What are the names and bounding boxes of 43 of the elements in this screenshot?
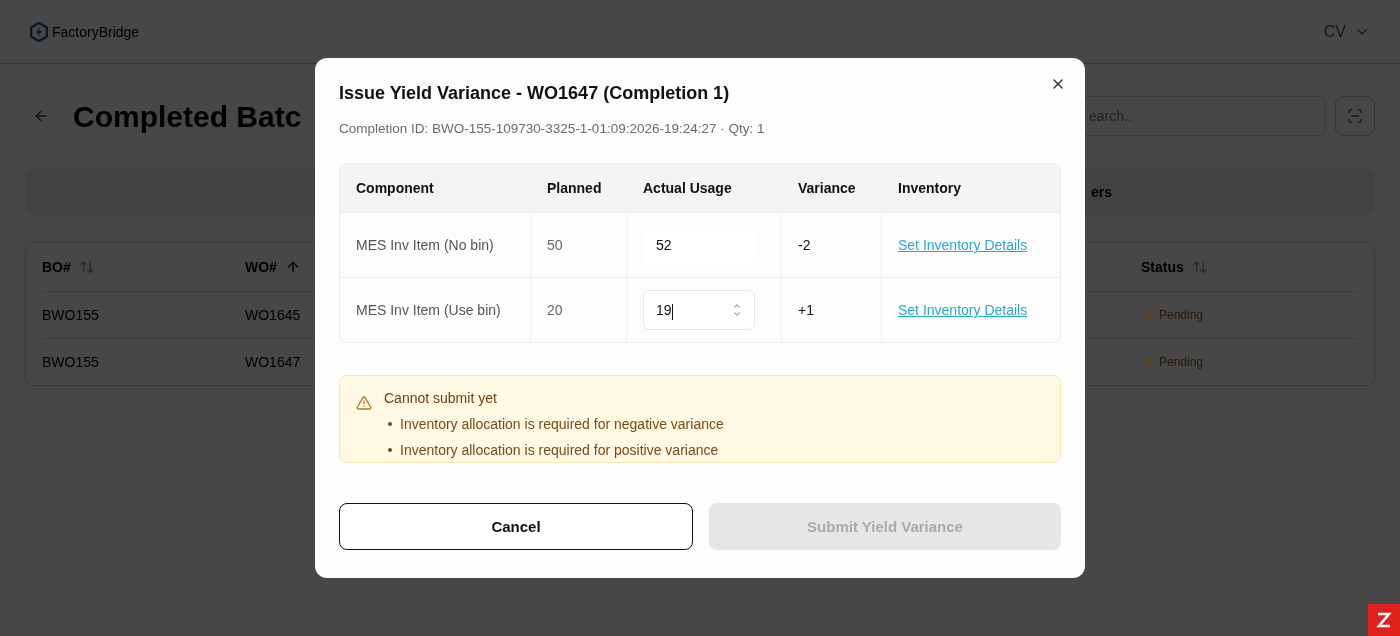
alert-title: Cannot submit yet	[384, 389, 498, 409]
alert-item: Inventory allocation is required for negative variance	[400, 415, 724, 435]
column-header: Status	[1141, 258, 1184, 277]
variance-cell-text: +1	[798, 301, 814, 321]
actual-usage-input[interactable]: 19	[643, 290, 755, 331]
bullet-icon	[388, 422, 392, 427]
column-header: Inventory	[898, 180, 961, 197]
status-badge: Pending	[1141, 354, 1208, 370]
table-cell: BWO155	[42, 354, 99, 370]
scan-icon	[1347, 108, 1363, 124]
set-inventory-link[interactable]: Set Inventory Details	[898, 302, 1028, 319]
alert-item: Inventory allocation is required for positive variance	[400, 441, 719, 461]
sort-icon[interactable]	[1191, 259, 1208, 275]
component-cell-text: MES Inv Item (Use bin)	[356, 301, 501, 321]
logo-text: FactoryBridge	[52, 22, 140, 42]
column-header: WO#	[245, 258, 277, 277]
dialog-title: Issue Yield Variance - WO1647 (Completion 1)	[339, 82, 730, 105]
logo-icon	[30, 21, 48, 42]
column-header: BO#	[42, 258, 71, 277]
column-header: Planned	[547, 180, 602, 197]
bullet-icon	[388, 448, 392, 453]
scan-button[interactable]	[1335, 96, 1375, 136]
app-badge-icon[interactable]	[1368, 604, 1400, 636]
column-header: Variance	[798, 180, 856, 197]
warning-icon	[356, 395, 372, 412]
page-title: Completed Batc	[73, 98, 302, 135]
input-value: 52	[656, 236, 673, 256]
cancel-button[interactable]: Cancel	[339, 503, 693, 551]
set-inventory-link[interactable]: Set Inventory Details	[898, 237, 1028, 254]
variance-cell-text: -2	[798, 236, 811, 256]
column-header: Actual Usage	[643, 180, 732, 197]
dialog-subtitle: Completion ID: BWO-155-109730-3325-1-01:09:2026-19:24:27 · Qty: 1	[339, 120, 766, 138]
sort-icon[interactable]	[78, 259, 95, 275]
table-cell: WO1645	[245, 307, 301, 323]
planned-cell-text: 20	[547, 301, 563, 321]
tab-label[interactable]: ers	[1091, 182, 1113, 202]
planned-cell-text: 50	[547, 236, 563, 256]
input-value: 19	[656, 301, 674, 321]
table-cell: BWO155	[42, 307, 99, 323]
column-header: Component	[356, 180, 434, 197]
component-cell-text: MES Inv Item (No bin)	[356, 236, 494, 256]
table-cell: WO1647	[245, 354, 301, 370]
status-badge: Pending	[1141, 307, 1208, 323]
